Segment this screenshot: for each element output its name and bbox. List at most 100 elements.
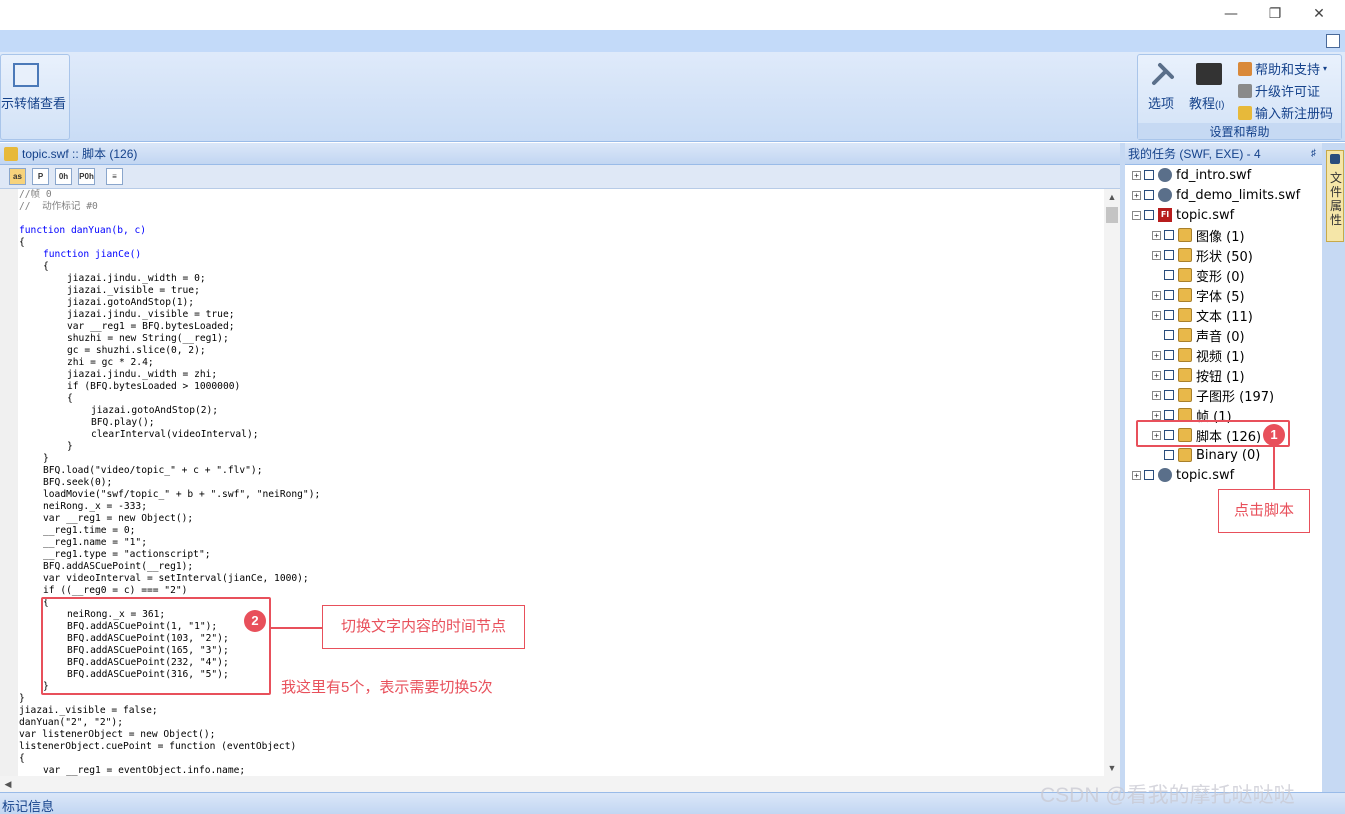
- expand-icon[interactable]: +: [1132, 190, 1141, 200]
- tree-checkbox[interactable]: [1164, 250, 1174, 260]
- tree-item[interactable]: + fd_intro.swf: [1132, 166, 1251, 184]
- dump-view-button[interactable]: 示转储查看: [1, 93, 66, 112]
- scroll-left-icon[interactable]: ◀: [0, 776, 16, 792]
- tree-item[interactable]: 声音 (0): [1152, 326, 1245, 345]
- tree-item[interactable]: + 按钮 (1): [1152, 366, 1245, 385]
- swf-file-icon: [1158, 168, 1172, 182]
- p-button[interactable]: P: [32, 168, 49, 185]
- code-line: shuzhi = new String(__reg1);: [67, 333, 229, 344]
- flash-file-icon: Fl: [1158, 208, 1172, 222]
- as-button[interactable]: as: [9, 168, 26, 185]
- tutorial-button[interactable]: 教程(I): [1189, 93, 1224, 112]
- upgrade-license-button[interactable]: 升级许可证: [1238, 81, 1320, 100]
- close-icon[interactable]: ✕: [1304, 4, 1334, 24]
- p-hex-button[interactable]: P0h: [78, 168, 95, 185]
- code-line: {: [43, 261, 49, 272]
- code-line: //帧 0: [19, 189, 52, 200]
- folder-icon: [1178, 348, 1192, 362]
- code-line: var __reg1 = BFQ.bytesLoaded;: [67, 321, 235, 332]
- code-line: {: [67, 393, 73, 404]
- tree-item[interactable]: + 图像 (1): [1152, 226, 1245, 245]
- code-line: if (BFQ.bytesLoaded > 1000000): [67, 381, 241, 392]
- scroll-thumb[interactable]: [1106, 207, 1118, 223]
- expand-icon[interactable]: +: [1152, 250, 1161, 260]
- tree-checkbox[interactable]: [1164, 330, 1174, 340]
- tree-checkbox[interactable]: [1144, 170, 1154, 180]
- clapperboard-icon: [1196, 63, 1222, 85]
- horizontal-scrollbar[interactable]: ◀: [0, 776, 1120, 792]
- expand-icon[interactable]: +: [1152, 230, 1161, 240]
- tree-item[interactable]: 变形 (0): [1152, 266, 1245, 285]
- tree-checkbox[interactable]: [1164, 450, 1174, 460]
- tree-item[interactable]: + 形状 (50): [1152, 246, 1253, 265]
- scroll-up-icon[interactable]: ▲: [1104, 189, 1120, 205]
- expand-icon[interactable]: +: [1152, 390, 1161, 400]
- tree-item-label: 字体 (5): [1196, 289, 1245, 305]
- help-support-button[interactable]: 帮助和支持 ▾: [1238, 59, 1327, 78]
- tree-checkbox[interactable]: [1144, 210, 1154, 220]
- collapse-icon[interactable]: −: [1132, 210, 1141, 220]
- tree-item-label: 子图形 (197): [1196, 389, 1275, 405]
- tree-item[interactable]: + 子图形 (197): [1152, 386, 1275, 405]
- tree-item[interactable]: − Fl topic.swf: [1132, 206, 1234, 224]
- tree-item-label: 形状 (50): [1196, 249, 1253, 265]
- code-line: {: [19, 753, 25, 764]
- expand-icon[interactable]: +: [1132, 170, 1141, 180]
- info-icon: [1330, 154, 1340, 164]
- expand-icon[interactable]: +: [1152, 410, 1161, 420]
- key-icon: [1238, 105, 1252, 120]
- code-line: jiazai.gotoAndStop(2);: [91, 405, 219, 416]
- code-toolbar: as P 0h P0h ≡: [0, 165, 1120, 189]
- tree-checkbox[interactable]: [1164, 290, 1174, 300]
- annotation-box-cuepoints: [41, 597, 271, 695]
- task-tree: + fd_intro.swf + fd_demo_limits.swf − Fl topic…: [1125, 165, 1322, 792]
- file-properties-tab[interactable]: 文件属性: [1326, 150, 1344, 242]
- code-line: }: [67, 441, 73, 452]
- tree-checkbox[interactable]: [1144, 470, 1154, 480]
- tree-checkbox[interactable]: [1164, 310, 1174, 320]
- options-button[interactable]: 选项: [1148, 93, 1174, 112]
- tree-item[interactable]: + fd_demo_limits.swf: [1132, 186, 1300, 204]
- tree-item[interactable]: Binary (0): [1152, 446, 1260, 464]
- scroll-down-icon[interactable]: ▼: [1104, 760, 1120, 776]
- code-line: if ((__reg0 = c) === "2"): [43, 585, 188, 596]
- expand-icon[interactable]: +: [1152, 290, 1161, 300]
- dump-view-icon: [13, 63, 39, 87]
- ribbon-options-icon[interactable]: [1326, 34, 1340, 48]
- code-line: __reg1.time = 0;: [43, 525, 136, 536]
- minimize-icon[interactable]: —: [1216, 4, 1246, 24]
- expand-icon[interactable]: +: [1132, 470, 1141, 480]
- tree-checkbox[interactable]: [1164, 410, 1174, 420]
- tree-item-label: topic.swf: [1176, 467, 1235, 483]
- window-title-bar: — ❐ ✕: [0, 0, 1345, 30]
- code-line: listenerObject.cuePoint = function (even…: [19, 741, 297, 752]
- tree-checkbox[interactable]: [1164, 390, 1174, 400]
- annotation-marker-1: 1: [1263, 424, 1285, 446]
- code-line: jiazai._visible = true;: [67, 285, 200, 296]
- tree-checkbox[interactable]: [1164, 230, 1174, 240]
- annotation-marker-2: 2: [244, 610, 266, 632]
- register-label: 输入新注册码: [1255, 106, 1334, 121]
- annotation-note-2: 我这里有5个，表示需要切换5次: [281, 679, 493, 696]
- expand-icon[interactable]: +: [1152, 350, 1161, 360]
- expand-icon[interactable]: +: [1152, 370, 1161, 380]
- tree-item-label: 图像 (1): [1196, 229, 1245, 245]
- tree-checkbox[interactable]: [1164, 270, 1174, 280]
- tree-checkbox[interactable]: [1144, 190, 1154, 200]
- code-line: __reg1.type = "actionscript";: [43, 549, 211, 560]
- tree-item[interactable]: + 字体 (5): [1152, 286, 1245, 305]
- tree-checkbox[interactable]: [1164, 350, 1174, 360]
- hex-button[interactable]: 0h: [55, 168, 72, 185]
- ribbon-group-label: 设置和帮助: [1138, 123, 1341, 139]
- tree-item[interactable]: + 视频 (1): [1152, 346, 1245, 365]
- vertical-scrollbar[interactable]: ▲ ▼: [1104, 189, 1120, 776]
- register-code-button[interactable]: 输入新注册码: [1238, 103, 1333, 122]
- tree-item[interactable]: + 文本 (11): [1152, 306, 1253, 325]
- checklist-icon[interactable]: ≡: [106, 168, 123, 185]
- tree-item[interactable]: + topic.swf: [1132, 466, 1234, 484]
- tree-checkbox[interactable]: [1164, 370, 1174, 380]
- restore-icon[interactable]: ❐: [1260, 4, 1290, 24]
- pin-icon[interactable]: ♯: [1311, 143, 1316, 165]
- expand-icon[interactable]: +: [1152, 310, 1161, 320]
- tree-panel-title: 我的任务 (SWF, EXE) - 4: [1128, 147, 1261, 161]
